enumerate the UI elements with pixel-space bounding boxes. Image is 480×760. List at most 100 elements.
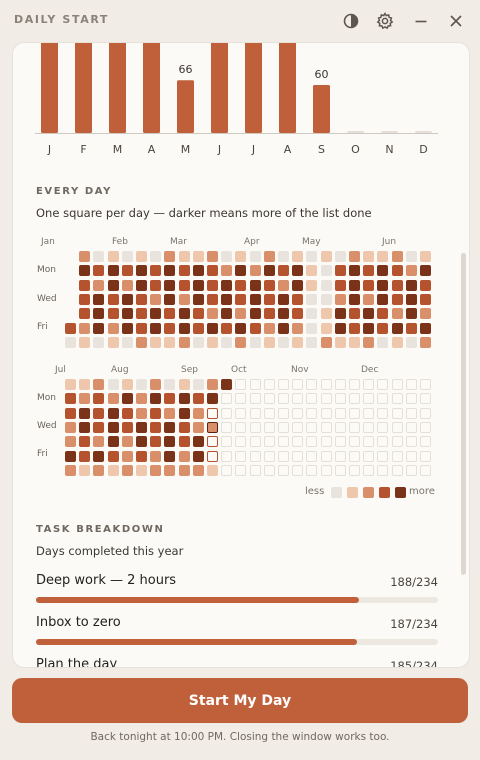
heatmap-cell [263, 393, 275, 405]
month-bar [75, 43, 92, 133]
heatmap-cell [306, 322, 318, 334]
scrollbar-thumb[interactable] [461, 253, 466, 575]
heatmap-cell [306, 279, 318, 291]
heatmap-cell [278, 336, 289, 348]
heatmap-cell [93, 421, 105, 433]
heatmap-cell [292, 464, 304, 476]
heatmap-cell [178, 421, 190, 433]
close-icon[interactable] [446, 11, 466, 31]
heatmap-cell [93, 251, 105, 262]
month-tick-label: O [351, 143, 360, 156]
heatmap-cell [249, 464, 261, 476]
heatmap-day-label: Fri [37, 449, 48, 459]
heatmap-cell [164, 379, 176, 390]
heatmap-cell [249, 407, 261, 419]
heatmap-cell [235, 251, 247, 262]
heatmap-cell [136, 308, 147, 320]
gear-icon[interactable] [375, 11, 395, 31]
heatmap-cell [263, 293, 275, 305]
heatmap-cell [150, 251, 162, 262]
heatmap-cell [278, 251, 289, 262]
heatmap-cell [121, 407, 133, 419]
heatmap-cell [377, 379, 389, 390]
heatmap-cell [306, 265, 318, 277]
heatmap-cell [420, 421, 431, 433]
heatmap-cell [192, 436, 204, 448]
heatmap-cell [334, 379, 346, 390]
heatmap-cell [93, 450, 105, 462]
heatmap-cell [192, 421, 204, 433]
heatmap-cell [377, 322, 389, 334]
heatmap-cell [420, 464, 431, 476]
heatmap-cell [93, 393, 105, 405]
contrast-icon[interactable] [341, 11, 361, 31]
footer-note: Back tonight at 10:00 PM. Closing the wi… [90, 731, 390, 743]
heatmap-cell [249, 308, 261, 320]
heatmap-cell [263, 464, 275, 476]
heatmap-cell [349, 336, 360, 348]
heatmap-cell [292, 393, 304, 405]
heatmap-cell [207, 251, 218, 262]
minimize-icon[interactable] [411, 11, 431, 31]
heatmap-cell [150, 308, 162, 320]
heatmap-cell [377, 393, 389, 405]
heatmap-cell [235, 421, 247, 433]
title-bar: DAILY START [0, 0, 480, 42]
heatmap-month-label: Feb [112, 237, 128, 247]
heatmap-cell [263, 308, 275, 320]
heatmap-cell [349, 251, 360, 262]
heatmap-cell [391, 336, 403, 348]
heatmap-cell [420, 407, 431, 419]
heatmap-cell [121, 293, 133, 305]
heatmap-cell [363, 336, 375, 348]
heatmap-cell [192, 450, 204, 462]
heatmap-cell [391, 322, 403, 334]
task-count: 188/234 [390, 575, 438, 589]
heatmap-cell [164, 393, 176, 405]
heatmap-cell [377, 436, 389, 448]
heatmap-cell [263, 379, 275, 390]
task-progress-fill [36, 597, 359, 603]
heatmap-cell [192, 393, 204, 405]
heatmap-cell [334, 464, 346, 476]
heatmap-cell [79, 293, 91, 305]
heatmap-cell [107, 322, 119, 334]
heatmap-cell [150, 336, 162, 348]
month-tick-label: S [318, 143, 325, 156]
heatmap-cell [334, 336, 346, 348]
start-my-day-button[interactable]: Start My Day [12, 678, 468, 723]
heatmap-cell [292, 322, 304, 334]
heatmap-cell [178, 407, 190, 419]
heatmap-cell [107, 293, 119, 305]
heatmap-cell [320, 421, 332, 433]
heatmap-cell [249, 421, 261, 433]
heatmap-cell [121, 436, 133, 448]
month-tick-label: D [419, 143, 427, 156]
heatmap-cell [363, 265, 375, 277]
heatmap-cell [150, 450, 162, 462]
month-bar [177, 80, 194, 133]
heatmap-cell [306, 251, 318, 262]
heatmap-cell [334, 322, 346, 334]
heatmap-cell [363, 393, 375, 405]
heatmap-cell [150, 293, 162, 305]
heatmap-cell [221, 322, 233, 334]
heatmap-cell [349, 308, 360, 320]
heatmap-cell [306, 464, 318, 476]
heatmap-cell [207, 450, 218, 462]
heatmap-cell [150, 379, 162, 390]
heatmap-cell [79, 436, 91, 448]
heatmap-cell [349, 293, 360, 305]
heatmap-cell [405, 407, 417, 419]
heatmap-cell [235, 279, 247, 291]
heatmap-day-label: Mon [37, 265, 56, 275]
heatmap-cell [391, 379, 403, 390]
heatmap-cell [65, 393, 76, 405]
month-tick-label: A [284, 143, 292, 156]
heatmap-cell [79, 393, 91, 405]
month-tick-label: A [148, 143, 156, 156]
heatmap-cell [136, 336, 147, 348]
heatmap-cell [320, 293, 332, 305]
heatmap-cell [136, 450, 147, 462]
heatmap-cell [178, 308, 190, 320]
